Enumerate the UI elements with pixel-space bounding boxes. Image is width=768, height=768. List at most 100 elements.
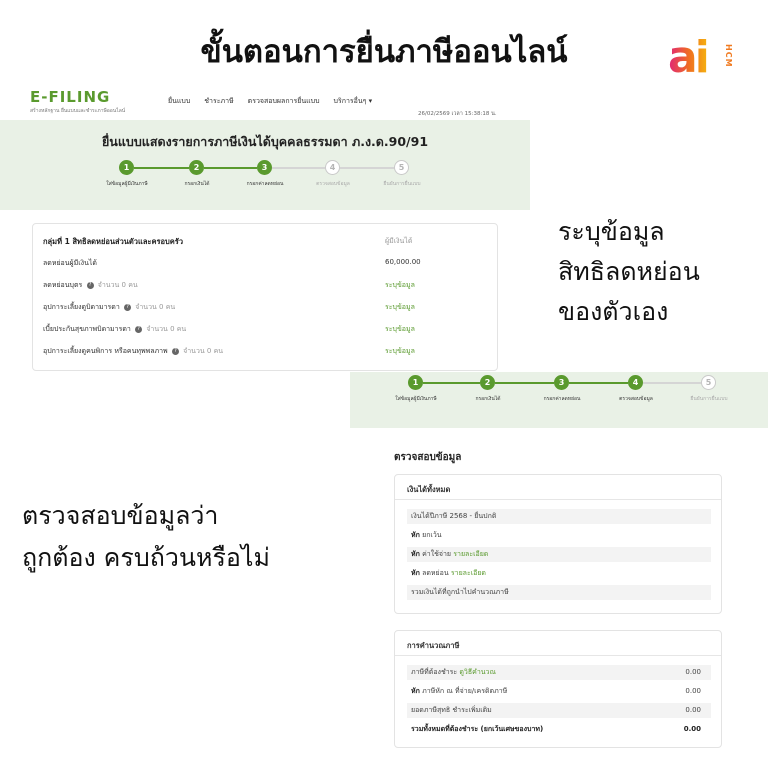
current-datetime: 26/02/2569 เวลา 15:38:18 น. <box>418 111 497 117</box>
tax-row-net: ยอดภาษีสุทธิ ชำระเพิ่มเติม 0.00 <box>407 703 711 718</box>
efiling-tagline: สร้างหลักฐาน ยื่นแบบและชำระภาษีออนไลน์ <box>30 108 126 114</box>
tax-row-value: 0.00 <box>685 668 701 676</box>
deduction-column-header: ผู้มีเงินได้ <box>385 237 413 245</box>
specify-info-link[interactable]: ระบุข้อมูล <box>385 346 415 357</box>
help-icon[interactable]: ? <box>86 281 94 289</box>
deduction-row-parent-insurance: เบี้ยประกันสุขภาพบิดามารดา ? จำนวน 0 คน <box>43 324 186 335</box>
efiling-brand[interactable]: E-FILING สร้างหลักฐาน ยื่นแบบและชำระภาษี… <box>30 88 125 115</box>
card-divider <box>395 655 721 656</box>
step-1-label: ใส่ข้อมูลผู้มีเงินภาษี <box>395 396 437 402</box>
deduction-row-parents: อุปการะเลี้ยงดูบิดามารดา ? จำนวน 0 คน <box>43 302 175 313</box>
step-2-label: กรอกเงินได้ <box>184 181 210 187</box>
deduction-row-label: เบี้ยประกันสุขภาพบิดามารดา <box>43 325 131 333</box>
step-connector <box>134 167 189 169</box>
income-row-year: เงินได้ปีภาษี 2568 - ยื่นปกติ <box>407 509 711 524</box>
deduction-row-label: อุปการะเลี้ยงดูคนพิการ หรือคนทุพพลภาพ <box>43 347 168 355</box>
step-connector <box>423 382 480 384</box>
step-1-indicator: 1 <box>119 160 134 175</box>
income-row-expense: หัก ค่าใช้จ่าย รายละเอียด <box>407 547 711 562</box>
annotation-verify-data: ตรวจสอบข้อมูลว่า ถูกต้อง ครบถ้วนหรือไม่ <box>22 495 270 579</box>
annotation-line: ระบุข้อมูล <box>558 217 665 246</box>
deduct-prefix: หัก <box>411 531 420 539</box>
tax-card-header: การคำนวณภาษี <box>407 641 460 650</box>
deduction-row-disabled: อุปการะเลี้ยงดูคนพิการ หรือคนทุพพลภาพ ? … <box>43 346 223 357</box>
step-3-label: กรอกค่าลดหย่อน <box>246 181 284 187</box>
annotation-line: ตรวจสอบข้อมูลว่า <box>22 501 219 530</box>
form-title: ยื่นแบบแสดงรายการภาษีเงินได้บุคคลธรรมดา … <box>101 134 429 149</box>
income-summary-card: เงินได้ทั้งหมด เงินได้ปีภาษี 2568 - ยื่น… <box>394 474 722 614</box>
income-row-exempt: หัก ยกเว้น <box>407 528 711 543</box>
tax-row-label: ยอดภาษีสุทธิ ชำระเพิ่มเติม <box>411 706 492 714</box>
income-row-label: ค่าใช้จ่าย <box>422 550 452 558</box>
tax-row-value: 0.00 <box>685 687 701 695</box>
step-2-indicator: 2 <box>480 375 495 390</box>
tax-row-label: ภาษีหัก ณ ที่จ่าย/เครดิตภาษี <box>422 687 508 695</box>
annotation-specify-deductions: ระบุข้อมูล สิทธิลดหย่อน ของตัวเอง <box>558 212 700 332</box>
step-connector <box>643 382 701 384</box>
card-divider <box>395 499 721 500</box>
help-icon[interactable]: ? <box>171 347 179 355</box>
deduction-row-value: 60,000.00 <box>385 258 421 266</box>
top-nav: ยื่นแบบ ชำระภาษี ตรวจสอบผลการยื่นแบบ บริ… <box>168 96 372 107</box>
income-row-label: ลดหย่อน <box>422 569 449 577</box>
deduct-prefix: หัก <box>411 550 420 558</box>
nav-item-check-status[interactable]: ตรวจสอบผลการยื่นแบบ <box>248 96 320 107</box>
efiling-logo-text: E-FILING <box>30 88 111 106</box>
deduction-row-label: อุปการะเลี้ยงดูบิดามารดา <box>43 303 120 311</box>
income-row-label: ยกเว้น <box>422 531 442 539</box>
step-connector <box>272 167 325 169</box>
income-row-taxable-total: รวมเงินได้ที่ถูกนำไปคำนวณภาษี <box>407 585 711 600</box>
view-calculation-link[interactable]: ดูวิธีคำนวณ <box>459 668 496 676</box>
step-1-indicator: 1 <box>408 375 423 390</box>
specify-info-link[interactable]: ระบุข้อมูล <box>385 324 415 335</box>
specify-info-link[interactable]: ระบุข้อมูล <box>385 280 415 291</box>
annotation-line: ถูกต้อง ครบถ้วนหรือไม่ <box>22 543 270 572</box>
deduction-detail-link[interactable]: รายละเอียด <box>451 569 486 577</box>
income-row-deduction: หัก ลดหย่อน รายละเอียด <box>407 566 711 581</box>
step-4-indicator: 4 <box>325 160 340 175</box>
step-3-indicator: 3 <box>257 160 272 175</box>
logo-hcm-text: HCM <box>724 44 733 68</box>
nav-item-other-services[interactable]: บริการอื่นๆ ▾ <box>334 96 373 107</box>
annotation-line: สิทธิลดหย่อน <box>558 257 700 286</box>
tax-calculation-card: การคำนวณภาษี ภาษีที่ต้องชำระ ดูวิธีคำนวณ… <box>394 630 722 748</box>
tax-row-value: 0.00 <box>685 706 701 714</box>
verify-title: ตรวจสอบข้อมูล <box>394 452 462 463</box>
deduction-card: กลุ่มที่ 1 สิทธิลดหย่อนส่วนตัวและครอบครั… <box>32 223 498 371</box>
nav-item-file[interactable]: ยื่นแบบ <box>168 96 190 107</box>
help-icon[interactable]: ? <box>135 325 143 333</box>
income-card-header: เงินได้ทั้งหมด <box>407 485 451 494</box>
step-2-indicator: 2 <box>189 160 204 175</box>
deduction-row-note: จำนวน 0 คน <box>183 347 224 355</box>
step-5-indicator: 5 <box>701 375 716 390</box>
step-4-label: ตรวจสอบข้อมูล <box>619 396 653 402</box>
expense-detail-link[interactable]: รายละเอียด <box>453 550 488 558</box>
deduction-group-title: กลุ่มที่ 1 สิทธิลดหย่อนส่วนตัวและครอบครั… <box>43 237 184 246</box>
tax-row-withholding: หัก ภาษีหัก ณ ที่จ่าย/เครดิตภาษี 0.00 <box>407 684 711 699</box>
step-3-label: กรอกค่าลดหย่อน <box>543 396 581 402</box>
step-2-label: กรอกเงินได้ <box>475 396 501 402</box>
step-5-label: ยืนยันการยื่นแบบ <box>383 181 421 187</box>
tax-row-value: 0.00 <box>683 725 701 733</box>
step-3-indicator: 3 <box>554 375 569 390</box>
tax-row-payable: ภาษีที่ต้องชำระ ดูวิธีคำนวณ 0.00 <box>407 665 711 680</box>
tax-row-grand-total: รวมทั้งหมดที่ต้องชำระ (ยกเว้นเศษของบาท) … <box>407 722 711 737</box>
specify-info-link[interactable]: ระบุข้อมูล <box>385 302 415 313</box>
step-connector <box>204 167 257 169</box>
step-connector <box>495 382 554 384</box>
step-1-label: ใส่ข้อมูลผู้มีเงินภาษี <box>106 181 148 187</box>
annotation-line: ของตัวเอง <box>558 297 669 326</box>
deduction-row-label: ลดหย่อนผู้มีเงินได้ <box>43 259 97 267</box>
logo-ai-text: ai <box>668 32 710 83</box>
step-5-indicator: 5 <box>394 160 409 175</box>
step-4-label: ตรวจสอบข้อมูล <box>316 181 350 187</box>
deduction-row-children: ลดหย่อนบุตร ? จำนวน 0 คน <box>43 280 138 291</box>
nav-item-pay[interactable]: ชำระภาษี <box>204 96 233 107</box>
brand-logo: ai HCM <box>668 36 738 84</box>
step-connector <box>340 167 394 169</box>
step-4-indicator: 4 <box>628 375 643 390</box>
deduction-row-note: จำนวน 0 คน <box>135 303 176 311</box>
help-icon[interactable]: ? <box>124 303 132 311</box>
deduction-row-label: ลดหย่อนบุตร <box>43 281 83 289</box>
tax-row-label: รวมทั้งหมดที่ต้องชำระ (ยกเว้นเศษของบาท) <box>411 725 544 733</box>
